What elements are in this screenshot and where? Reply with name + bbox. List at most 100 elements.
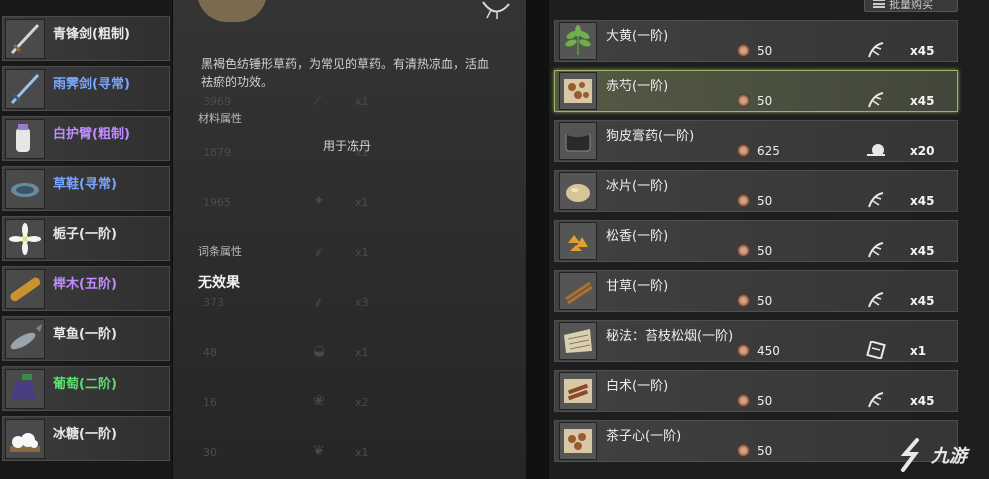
coin-icon [737, 394, 750, 407]
inventory-list: 青锋剑(粗制) 雨霁剑(寻常) 白护臂(粗制) 草鞋(寻常) 栀子(一阶) 榉木… [0, 0, 172, 479]
sugar-icon [5, 419, 45, 459]
sword-icon [5, 19, 45, 59]
inventory-item[interactable]: 雨霁剑(寻常) [2, 66, 170, 111]
herb-category-icon [865, 391, 887, 409]
ghost-icon: ⸙ [313, 245, 324, 261]
coin-icon [737, 444, 750, 457]
shop-item-stock: x45 [910, 394, 935, 408]
shop-item-stock: x20 [910, 144, 935, 158]
watermark-text: 九游 [931, 446, 967, 467]
shop-item-price: 50 [757, 44, 773, 58]
inventory-item-name: 白护臂(粗制) [53, 127, 130, 142]
ghost-icon: ⸙ [313, 295, 324, 311]
shop-item-stock: x45 [910, 94, 935, 108]
shop-item-name: 白术(一阶) [606, 379, 669, 394]
peony-root-icon [559, 72, 597, 110]
shop-item-stock: x45 [910, 44, 935, 58]
shop-item-name: 冰片(一阶) [606, 179, 669, 194]
item-portrait [197, 0, 267, 22]
tea-seed-icon [559, 422, 597, 460]
shop-item-stock: x45 [910, 294, 935, 308]
ghost-icon: ⟋ [313, 93, 323, 109]
no-effect-text: 无效果 [198, 275, 240, 291]
bulk-buy-button[interactable]: 批量购买 [864, 0, 958, 12]
shop-item-price: 625 [757, 144, 780, 158]
inventory-item[interactable]: 白护臂(粗制) [2, 116, 170, 161]
inventory-item-name: 栀子(一阶) [53, 227, 117, 242]
ghost-number: 1879 [203, 146, 231, 159]
ghost-icon: ❦ [313, 443, 325, 459]
sandal-icon [5, 169, 45, 209]
shop-item[interactable]: 大黄(一阶) 50 x45 [554, 20, 958, 62]
shop-item-price: 50 [757, 94, 773, 108]
shop-item-stock: x45 [910, 194, 935, 208]
shop-item[interactable]: 松香(一阶) 50 x45 [554, 220, 958, 262]
shop-item-name: 大黄(一阶) [606, 29, 669, 44]
rhubarb-icon [559, 22, 597, 60]
inventory-item-name: 草鱼(一阶) [53, 327, 117, 342]
coin-icon [737, 344, 750, 357]
shop-item-selected[interactable]: 赤芍(一阶) 50 x45 [554, 70, 958, 112]
shop-item[interactable]: 狗皮膏药(一阶) 625 x20 [554, 120, 958, 162]
inventory-item[interactable]: 冰糖(一阶) [2, 416, 170, 461]
ghost-qty: x1 [355, 95, 369, 108]
sword-icon [5, 69, 45, 109]
panel-divider [527, 0, 549, 479]
ghost-number: 3969 [203, 95, 231, 108]
inventory-item[interactable]: 青锋剑(粗制) [2, 16, 170, 61]
shop-item-name: 秘法：苔枝松烟(一阶) [606, 329, 734, 344]
inventory-item-name: 榉木(五阶) [53, 277, 117, 292]
herb-icon [481, 0, 511, 20]
inventory-item-name: 青锋剑(粗制) [53, 27, 130, 42]
herb-category-icon [865, 91, 887, 109]
inventory-item[interactable]: 草鞋(寻常) [2, 166, 170, 211]
shop-item-name: 赤芍(一阶) [606, 79, 669, 94]
entry-attribute-label: 词条属性 [198, 245, 242, 258]
shop-item-price: 450 [757, 344, 780, 358]
wood-icon [5, 269, 45, 309]
shop-item-stock: x1 [910, 344, 927, 358]
coin-icon [737, 144, 750, 157]
shop-item[interactable]: 甘草(一阶) 50 x45 [554, 270, 958, 312]
ghost-icon: ✦ [313, 193, 325, 209]
coin-icon [737, 44, 750, 57]
shop-item-name: 甘草(一阶) [606, 279, 669, 294]
item-use-text: 用于冻丹 [323, 139, 372, 153]
inventory-item-name: 雨霁剑(寻常) [53, 77, 130, 92]
plaster-icon [559, 122, 597, 160]
shop-item[interactable]: 冰片(一阶) 50 x45 [554, 170, 958, 212]
shop-item-price: 50 [757, 444, 773, 458]
coin-icon [737, 244, 750, 257]
shop-item-price: 50 [757, 294, 773, 308]
inventory-item-name: 草鞋(寻常) [53, 177, 117, 192]
inventory-item[interactable]: 草鱼(一阶) [2, 316, 170, 361]
coin-icon [737, 194, 750, 207]
coin-icon [737, 294, 750, 307]
shop-item-name: 茶子心(一阶) [606, 429, 682, 444]
inventory-item-name: 冰糖(一阶) [53, 427, 117, 442]
herb-category-icon [865, 191, 887, 209]
medicine-category-icon [865, 141, 887, 159]
herb-category-icon [865, 241, 887, 259]
inventory-item[interactable]: 榉木(五阶) [2, 266, 170, 311]
shop-item-stock: x45 [910, 244, 935, 258]
shop-item[interactable]: 秘法：苔枝松烟(一阶) 450 x1 [554, 320, 958, 362]
ghost-number: 373 [203, 296, 224, 309]
material-attribute-label: 材料属性 [198, 112, 242, 125]
flower-icon [5, 219, 45, 259]
inventory-item[interactable]: 葡萄(二阶) [2, 366, 170, 411]
menu-icon [873, 0, 885, 8]
ghost-qty: x1 [355, 246, 369, 259]
shop-item[interactable]: 白术(一阶) 50 x45 [554, 370, 958, 412]
watermark-logo: 九游 [897, 435, 987, 475]
ghost-qty: x1 [355, 446, 369, 459]
inventory-item[interactable]: 栀子(一阶) [2, 216, 170, 261]
bracer-icon [5, 119, 45, 159]
ghost-number: 48 [203, 346, 217, 359]
shop-item-price: 50 [757, 194, 773, 208]
recipe-category-icon [865, 341, 887, 359]
grape-icon [5, 369, 45, 409]
ghost-number: 1965 [203, 196, 231, 209]
ghost-number: 30 [203, 446, 217, 459]
bulk-buy-label: 批量购买 [889, 0, 933, 11]
